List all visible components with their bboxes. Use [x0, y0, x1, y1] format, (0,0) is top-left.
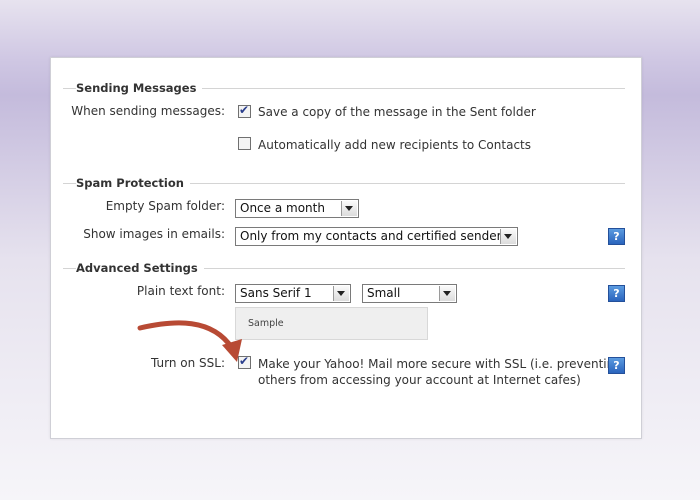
section-title-sending: Sending Messages: [76, 81, 203, 95]
auto-add-contacts-label: Automatically add new recipients to Cont…: [258, 138, 531, 152]
font-size-value: Small: [367, 286, 401, 300]
check-icon: ✔: [239, 103, 250, 117]
chevron-down-icon: [333, 286, 349, 301]
help-icon[interactable]: ?: [608, 285, 625, 302]
ssl-checkbox[interactable]: ✔: [238, 354, 251, 369]
font-family-value: Sans Serif 1: [240, 286, 312, 300]
save-copy-label: Save a copy of the message in the Sent f…: [258, 105, 536, 119]
empty-spam-label: Empty Spam folder:: [105, 199, 225, 213]
show-images-label: Show images in emails:: [83, 227, 225, 241]
empty-spam-select[interactable]: Once a month: [235, 199, 359, 218]
ssl-description-line1: Make your Yahoo! Mail more secure with S…: [258, 357, 622, 371]
auto-add-contacts-checkbox[interactable]: [238, 137, 251, 150]
help-icon[interactable]: ?: [608, 357, 625, 374]
help-icon[interactable]: ?: [608, 228, 625, 245]
ssl-label: Turn on SSL:: [151, 356, 225, 370]
chevron-down-icon: [439, 286, 455, 301]
empty-spam-value: Once a month: [240, 201, 325, 215]
section-title-spam: Spam Protection: [76, 176, 190, 190]
sending-label: When sending messages:: [71, 104, 225, 118]
show-images-value: Only from my contacts and certified send…: [240, 229, 508, 243]
sample-text: Sample: [248, 318, 284, 329]
font-sample-preview: Sample: [235, 307, 428, 340]
show-images-select[interactable]: Only from my contacts and certified send…: [235, 227, 518, 246]
ssl-description-line2: others from accessing your account at In…: [258, 373, 581, 387]
settings-panel: Sending Messages When sending messages: …: [50, 57, 642, 439]
chevron-down-icon: [341, 201, 357, 216]
check-icon: ✔: [239, 354, 250, 368]
font-size-select[interactable]: Small: [362, 284, 457, 303]
chevron-down-icon: [500, 229, 516, 244]
plain-text-font-label: Plain text font:: [136, 284, 225, 298]
section-title-advanced: Advanced Settings: [76, 261, 204, 275]
save-copy-checkbox[interactable]: ✔: [238, 103, 251, 118]
font-family-select[interactable]: Sans Serif 1: [235, 284, 351, 303]
